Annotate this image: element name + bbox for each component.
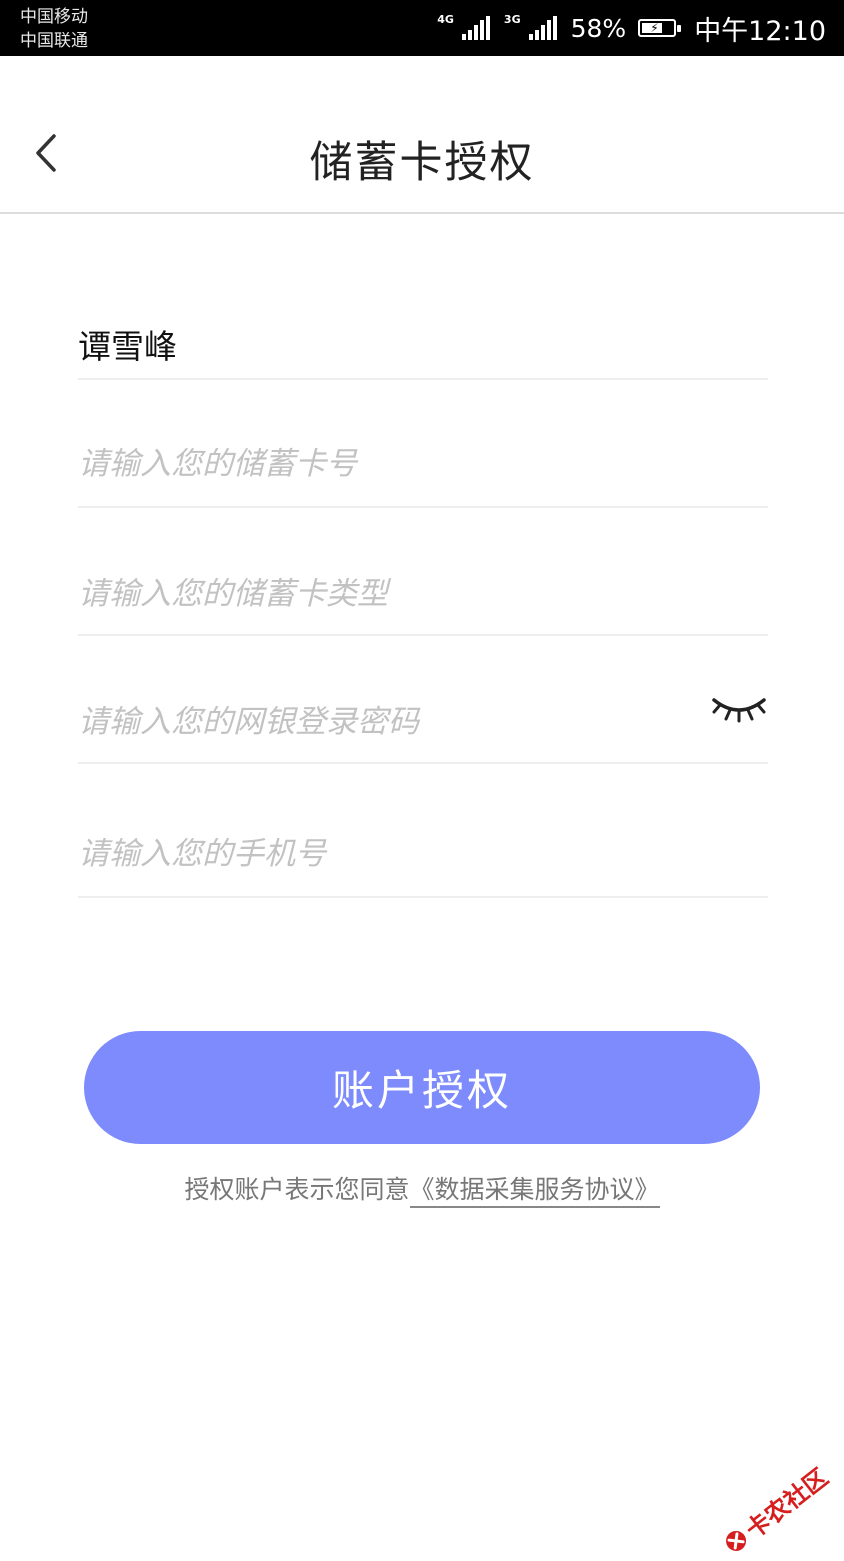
signal-icon xyxy=(461,16,490,40)
clock: 中午12:10 xyxy=(694,15,826,47)
battery-percent: 58% xyxy=(570,13,627,43)
phone-field[interactable] xyxy=(78,766,768,898)
phone-input[interactable] xyxy=(78,832,678,876)
toggle-password-visibility[interactable] xyxy=(710,694,768,724)
carrier-2: 中国联通 xyxy=(20,31,88,51)
card-number-input[interactable] xyxy=(78,442,678,486)
cardholder-name: 谭雪峰 xyxy=(78,327,177,366)
authorize-account-button[interactable]: 账户授权 xyxy=(84,1031,760,1144)
watermark-text: 卡农社区 xyxy=(739,1462,834,1545)
carrier-1: 中国移动 xyxy=(20,7,88,27)
title-bar: 储蓄卡授权 xyxy=(0,56,844,214)
card-type-input[interactable] xyxy=(78,572,678,616)
agreement-text: 授权账户表示您同意《数据采集服务协议》 xyxy=(0,1170,844,1208)
battery-charging-icon: ⚡ xyxy=(638,19,682,37)
status-indicators: 4G 3G 58% ⚡ 中午12:10 xyxy=(437,0,826,56)
signal-icon xyxy=(528,16,557,40)
agreement-prefix: 授权账户表示您同意 xyxy=(184,1175,410,1204)
status-bar: 中国移动 中国联通 4G 3G 58% ⚡ 中午12:10 xyxy=(0,0,844,56)
password-input[interactable] xyxy=(78,700,678,744)
card-number-field[interactable] xyxy=(78,380,768,508)
eye-closed-icon xyxy=(712,698,766,723)
name-field: 谭雪峰 xyxy=(78,320,768,380)
page-title: 储蓄卡授权 xyxy=(309,138,535,188)
network-type-1: 4G xyxy=(437,12,454,26)
agreement-link[interactable]: 《数据采集服务协议》 xyxy=(409,1175,660,1208)
card-type-field[interactable] xyxy=(78,508,768,636)
network-type-2: 3G xyxy=(503,12,521,26)
watermark: 卡农社区 xyxy=(716,1458,834,1561)
password-field[interactable] xyxy=(78,636,768,764)
carrier-info: 中国移动 中国联通 xyxy=(20,5,88,53)
